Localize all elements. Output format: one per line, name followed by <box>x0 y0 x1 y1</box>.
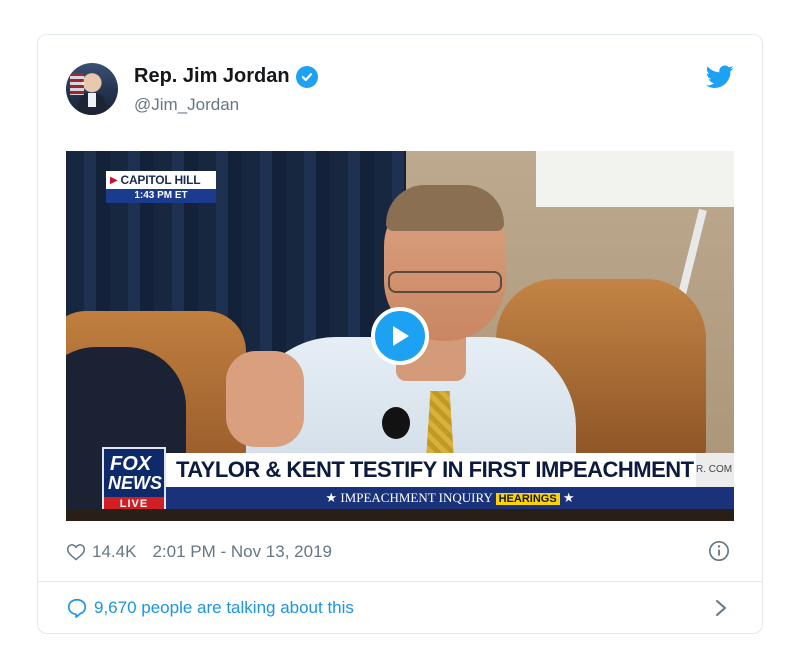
bug-triangle-icon: ▶ <box>110 174 118 186</box>
news-chyron: FOX NEWS LIVE TAYLOR & KENT TESTIFY IN F… <box>66 447 734 521</box>
location-bug-top: ▶ CAPITOL HILL <box>106 171 216 189</box>
play-icon <box>393 326 409 346</box>
tweet-header: Rep. Jim Jordan @Jim_Jordan <box>38 35 762 151</box>
subtitle-suffix: ★ <box>562 490 575 505</box>
network-logo: FOX NEWS LIVE <box>102 447 166 513</box>
subtitle-prefix: ★ IMPEACHMENT INQUIRY <box>325 490 493 505</box>
chyron-subtitle: ★ IMPEACHMENT INQUIRY HEARINGS ★ <box>166 487 734 509</box>
play-button[interactable] <box>371 307 429 365</box>
logo-news: NEWS <box>108 473 162 493</box>
chyron-side-tag: R. COM <box>696 453 734 487</box>
tweet-card[interactable]: Rep. Jim Jordan @Jim_Jordan ▶ CAPITOL HI <box>37 34 763 634</box>
avatar-flag <box>70 73 84 95</box>
tweet-timestamp[interactable]: 2:01 PM - Nov 13, 2019 <box>152 542 332 562</box>
conversation-link[interactable]: 9,670 people are talking about this <box>66 591 734 625</box>
divider <box>38 581 762 582</box>
chevron-right-icon[interactable] <box>714 598 728 618</box>
talking-count: 9,670 people are talking about this <box>94 598 354 617</box>
background-whiteboard <box>536 151 734 207</box>
author-name-row: Rep. Jim Jordan <box>134 65 318 88</box>
author-handle[interactable]: @Jim_Jordan <box>134 95 239 115</box>
desk-edge <box>66 509 734 521</box>
avatar-shirt <box>88 93 96 107</box>
speaker-hair <box>386 185 504 231</box>
avatar[interactable] <box>66 63 118 115</box>
comment-bubble-icon <box>67 598 87 618</box>
heart-icon[interactable] <box>66 542 86 562</box>
location-bug: ▶ CAPITOL HILL 1:43 PM ET <box>106 171 216 205</box>
speaker-glasses <box>388 271 502 293</box>
bug-time: 1:43 PM ET <box>106 189 216 203</box>
like-count[interactable]: 14.4K <box>92 542 136 562</box>
info-icon[interactable] <box>708 540 730 562</box>
tweet-meta: 14.4K 2:01 PM - Nov 13, 2019 <box>66 537 734 567</box>
verified-badge-icon <box>295 65 318 88</box>
author-name[interactable]: Rep. Jim Jordan <box>134 65 290 88</box>
microphone <box>382 407 410 439</box>
chyron-headline: TAYLOR & KENT TESTIFY IN FIRST IMPEACHME… <box>166 453 706 487</box>
bug-location: CAPITOL HILL <box>120 173 201 187</box>
speaker-hand <box>226 351 304 447</box>
twitter-bird-icon[interactable] <box>706 65 734 89</box>
video-player[interactable]: ▶ CAPITOL HILL 1:43 PM ET FOX NEWS LIVE … <box>66 151 734 521</box>
subtitle-highlight: HEARINGS <box>495 493 560 505</box>
